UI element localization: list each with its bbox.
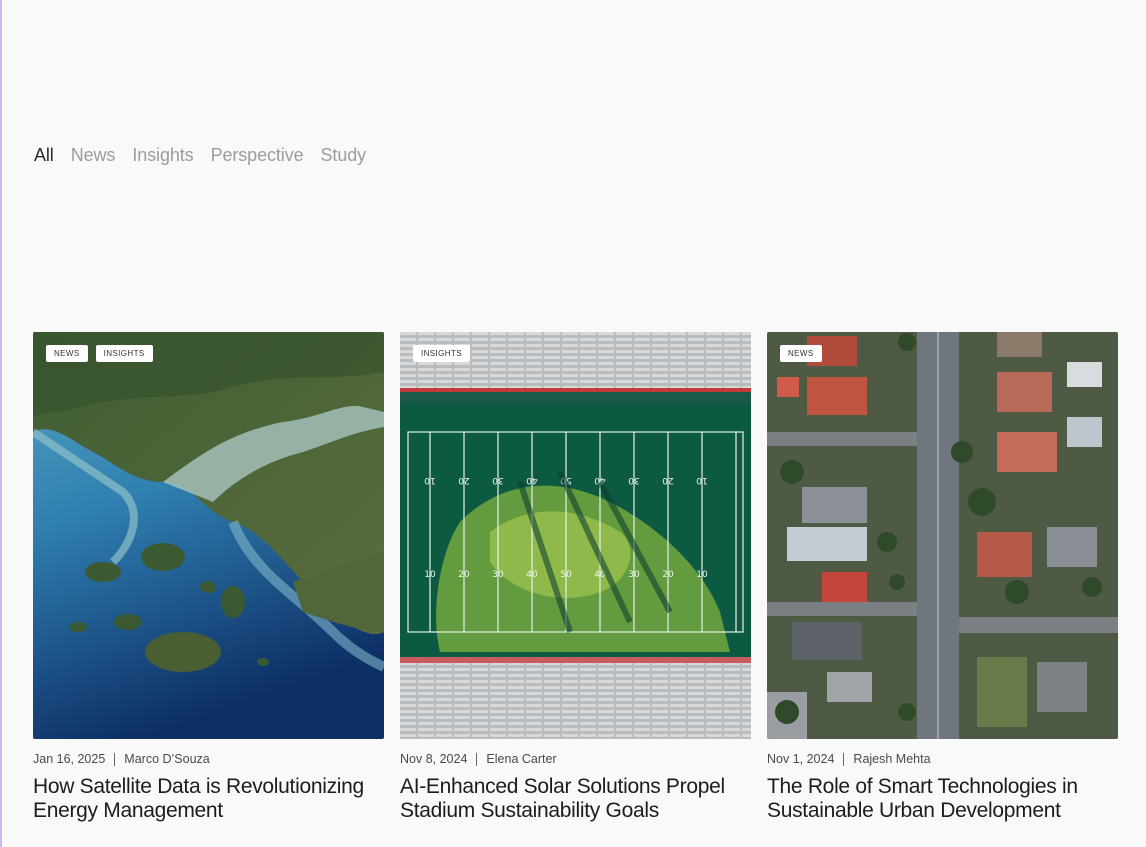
tag-list: NEWS: [780, 345, 822, 362]
meta-divider: [843, 752, 845, 766]
field-number-row-bottom: 10 20 30 40 50 40 30 20 10: [424, 570, 708, 580]
tag-badge[interactable]: NEWS: [780, 345, 822, 362]
satellite-coastline-illustration: [33, 332, 384, 739]
field-number: 30: [628, 570, 640, 580]
article-card-grid: NEWS INSIGHTS Jan 16, 2025 Marco D’Souza…: [33, 332, 1118, 823]
tag-list: NEWS INSIGHTS: [46, 345, 153, 362]
field-number: 50: [560, 570, 572, 580]
filter-study[interactable]: Study: [321, 145, 367, 166]
field-number: 10: [696, 475, 708, 485]
filter-news[interactable]: News: [71, 145, 116, 166]
meta-divider: [476, 752, 478, 766]
field-number: 20: [662, 570, 674, 580]
field-number: 20: [458, 475, 470, 485]
field-number: 10: [696, 570, 708, 580]
article-title[interactable]: The Role of Smart Technologies in Sustai…: [767, 775, 1118, 823]
tag-badge[interactable]: NEWS: [46, 345, 88, 362]
field-number: 40: [526, 475, 538, 485]
category-filter-bar: All News Insights Perspective Study: [34, 145, 366, 166]
article-date: Nov 8, 2024: [400, 752, 468, 766]
article-date: Nov 1, 2024: [767, 752, 835, 766]
field-number: 10: [424, 475, 436, 485]
satellite-coastline-image[interactable]: NEWS INSIGHTS: [33, 332, 384, 739]
article-meta: Jan 16, 2025 Marco D’Souza: [33, 752, 384, 766]
article-title[interactable]: How Satellite Data is Revolutionizing En…: [33, 775, 384, 823]
article-card[interactable]: NEWS INSIGHTS Jan 16, 2025 Marco D’Souza…: [33, 332, 384, 823]
article-meta: Nov 8, 2024 Elena Carter: [400, 752, 751, 766]
field-number: 20: [458, 570, 470, 580]
stadium-aerial-image[interactable]: 10 20 30 40 50 40 30 20 10 10 20 30: [400, 332, 751, 739]
article-author: Rajesh Mehta: [853, 752, 931, 766]
field-number: 30: [492, 570, 504, 580]
filter-perspective[interactable]: Perspective: [211, 145, 304, 166]
field-number: 30: [628, 475, 640, 485]
filter-all[interactable]: All: [34, 145, 54, 166]
article-meta: Nov 1, 2024 Rajesh Mehta: [767, 752, 1118, 766]
page: All News Insights Perspective Study NEWS…: [0, 0, 1146, 847]
article-card[interactable]: 10 20 30 40 50 40 30 20 10 10 20 30: [400, 332, 751, 823]
suburb-aerial-illustration: [767, 332, 1118, 739]
article-author: Elena Carter: [486, 752, 557, 766]
field-number: 30: [492, 475, 504, 485]
meta-divider: [114, 752, 116, 766]
field-number: 20: [662, 475, 674, 485]
filter-insights[interactable]: Insights: [132, 145, 193, 166]
field-number: 40: [526, 570, 538, 580]
article-author: Marco D’Souza: [124, 752, 210, 766]
tag-badge[interactable]: INSIGHTS: [413, 345, 470, 362]
article-title[interactable]: AI-Enhanced Solar Solutions Propel Stadi…: [400, 775, 751, 823]
article-date: Jan 16, 2025: [33, 752, 106, 766]
field-number: 10: [424, 570, 436, 580]
stadium-aerial-illustration: 10 20 30 40 50 40 30 20 10 10 20 30: [400, 332, 751, 739]
tag-badge[interactable]: INSIGHTS: [95, 345, 153, 362]
article-card[interactable]: NEWS Nov 1, 2024 Rajesh Mehta The Role o…: [767, 332, 1118, 823]
suburb-aerial-image[interactable]: NEWS: [767, 332, 1118, 739]
tag-list: INSIGHTS: [413, 345, 470, 362]
